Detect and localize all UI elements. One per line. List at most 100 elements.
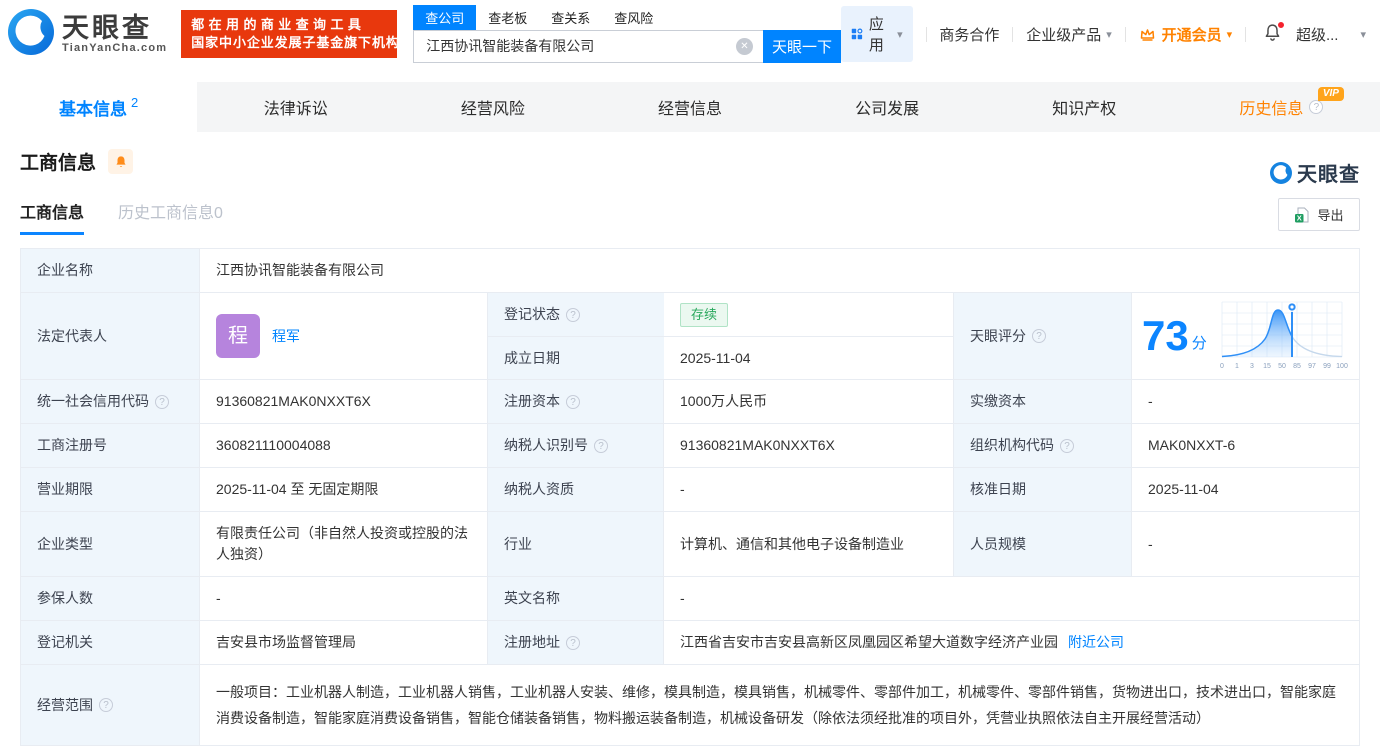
chevron-down-icon[interactable]: ▾ [1360, 28, 1366, 41]
tianyancha-logo[interactable]: 天眼查 TianYanCha.com [8, 8, 167, 60]
field-label-reg-capital: 注册资本 ? [487, 380, 663, 423]
divider [1245, 26, 1246, 42]
help-icon[interactable]: ? [1060, 438, 1074, 453]
nav-apps[interactable]: 应用 ▾ [840, 6, 913, 62]
table-row: 企业类型 有限责任公司（非自然人投资或控股的法人独资） 行业 计算机、通信和其他… [21, 511, 1359, 576]
watermark-logo: 天眼查 [1270, 158, 1360, 187]
help-icon[interactable]: ? [566, 307, 580, 322]
field-label-org-code: 组织机构代码 ? [953, 424, 1131, 467]
business-scope-label-text: 经营范围 [37, 696, 93, 713]
help-icon[interactable]: ? [99, 698, 113, 712]
field-label-approval-date: 核准日期 [953, 468, 1131, 511]
score-cell: 73 分 0 1 3 15 50 85 97 99 100 [1131, 293, 1359, 379]
field-label-english-name: 英文名称 [487, 577, 663, 620]
watermark-logo-icon [1270, 161, 1292, 184]
credit-code-label-text: 统一社会信用代码 [37, 393, 149, 409]
nav-enterprise[interactable]: 企业级产品 ▾ [1026, 24, 1112, 45]
promo-line1: 都在用的商业查询工具 [191, 17, 366, 32]
search-tab-company[interactable]: 查公司 [413, 4, 477, 30]
search-tab-boss[interactable]: 查老板 [476, 5, 539, 30]
nav-enterprise-label: 企业级产品 [1026, 26, 1102, 44]
tab-history-info[interactable]: 历史信息 ? VIP [1183, 82, 1380, 132]
tab-basic-info[interactable]: 基本信息 2 [0, 82, 198, 132]
nav-membership-label: 开通会员 [1161, 26, 1222, 44]
table-row: 统一社会信用代码 ? 91360821MAK0NXXT6X 注册资本 ? 100… [21, 379, 1359, 423]
field-value-reg-status: 存续 [664, 293, 953, 336]
tick-label: 85 [1293, 363, 1301, 370]
nav-membership[interactable]: 开通会员 ▾ [1139, 24, 1232, 45]
nav-cooperation[interactable]: 商务合作 [939, 24, 999, 45]
field-label-taxpayer-id: 纳税人识别号 ? [487, 424, 663, 467]
field-label-company-type: 企业类型 [21, 512, 199, 576]
watermark-text: 天眼查 [1297, 164, 1360, 186]
tick-label: 99 [1323, 363, 1331, 370]
subtab-business-info[interactable]: 工商信息 [20, 199, 85, 235]
legal-rep-name-link[interactable]: 程军 [272, 326, 300, 347]
reg-address-label-text: 注册地址 [504, 634, 560, 650]
tab-intellectual-property[interactable]: 知识产权 [986, 82, 1183, 132]
field-value-org-code: MAK0NXXT-6 [1131, 424, 1359, 467]
notification-dot [1276, 20, 1285, 29]
tick-label: 100 [1336, 363, 1348, 370]
help-icon[interactable]: ? [1032, 329, 1046, 343]
vip-badge: VIP [1317, 87, 1344, 101]
field-value-establish-date: 2025-11-04 [664, 337, 953, 379]
help-icon[interactable]: ? [1309, 100, 1324, 114]
tab-basic-info-count: 2 [130, 94, 139, 110]
field-value-reg-authority: 吉安县市场监督管理局 [199, 621, 487, 664]
tab-history-label: 历史信息 [1239, 101, 1304, 118]
field-label-reg-address: 注册地址 ? [487, 621, 663, 664]
search-tab-risk[interactable]: 查风险 [602, 5, 665, 30]
export-label: 导出 [1317, 208, 1344, 223]
field-label-reg-authority: 登记机关 [21, 621, 199, 664]
crown-icon [1140, 28, 1154, 41]
org-code-label-text: 组织机构代码 [970, 437, 1054, 453]
help-icon[interactable]: ? [566, 635, 580, 650]
search-tab-relation[interactable]: 查关系 [539, 5, 602, 30]
monitor-bell-icon[interactable] [108, 149, 134, 174]
promo-banner: 都在用的商业查询工具 国家中小企业发展子基金旗下机构 [181, 10, 399, 58]
tab-company-development[interactable]: 公司发展 [789, 82, 986, 132]
search-box: 查公司 查老板 查关系 查风险 ✕ 天眼一下 [413, 4, 841, 63]
tab-operation-info[interactable]: 经营信息 [591, 82, 788, 132]
field-label-reg-status: 登记状态 ? [488, 293, 664, 336]
top-navigation: 应用 ▾ 商务合作 企业级产品 ▾ 开通会员 ▾ 超级... ▾ [840, 6, 1380, 62]
field-label-company-name: 企业名称 [21, 249, 199, 292]
tab-legal[interactable]: 法律诉讼 [197, 82, 394, 132]
help-icon[interactable]: ? [155, 394, 169, 409]
svg-text:X: X [1297, 213, 1302, 222]
clear-search-icon[interactable]: ✕ [735, 37, 753, 55]
field-value-english-name: - [663, 577, 1359, 620]
nav-username[interactable]: 超级... [1296, 24, 1339, 45]
nearby-companies-link[interactable]: 附近公司 [1068, 632, 1124, 653]
status-badge: 存续 [680, 302, 729, 327]
section-title: 工商信息 [20, 153, 97, 174]
table-row: 登记机关 吉安县市场监督管理局 注册地址 ? 江西省吉安市吉安县高新区凤凰园区希… [21, 620, 1359, 664]
tab-basic-info-label: 基本信息 [58, 99, 127, 119]
main-tab-bar: 基本信息 2 法律诉讼 经营风险 经营信息 公司发展 知识产权 历史信息 ? V… [0, 82, 1380, 132]
score-label-text: 天眼评分 [970, 327, 1026, 344]
notification-bell-icon[interactable] [1263, 20, 1285, 46]
search-input[interactable] [413, 29, 763, 63]
field-label-staff-size: 人员规模 [953, 512, 1131, 576]
field-value-insured-count: - [199, 577, 487, 620]
field-value-approval-date: 2025-11-04 [1131, 468, 1359, 511]
tab-operation-risk[interactable]: 经营风险 [394, 82, 591, 132]
help-icon[interactable]: ? [594, 438, 608, 453]
field-value-reg-capital: 1000万人民币 [663, 380, 953, 423]
field-label-paid-capital: 实缴资本 [953, 380, 1131, 423]
field-value-staff-size: - [1131, 512, 1359, 576]
search-button[interactable]: 天眼一下 [762, 29, 841, 63]
field-value-taxpayer-id: 91360821MAK0NXXT6X [663, 424, 953, 467]
field-value-reg-address: 江西省吉安市吉安县高新区凤凰园区希望大道数字经济产业园 附近公司 [663, 621, 1359, 664]
field-label-taxpayer-quality: 纳税人资质 [487, 468, 663, 511]
table-row: 工商注册号 360821110004088 纳税人识别号 ? 91360821M… [21, 423, 1359, 467]
tick-label: 0 [1220, 363, 1224, 370]
tick-label: 50 [1278, 363, 1286, 370]
help-icon[interactable]: ? [566, 394, 580, 409]
export-button[interactable]: X 导出 [1278, 198, 1360, 231]
subtab-history-business-info[interactable]: 历史工商信息0 [118, 199, 223, 235]
legal-rep-avatar[interactable]: 程 [216, 314, 260, 358]
table-row: 企业名称 江西协讯智能装备有限公司 [21, 249, 1359, 292]
sub-tabs: 工商信息 历史工商信息0 [20, 199, 1360, 235]
